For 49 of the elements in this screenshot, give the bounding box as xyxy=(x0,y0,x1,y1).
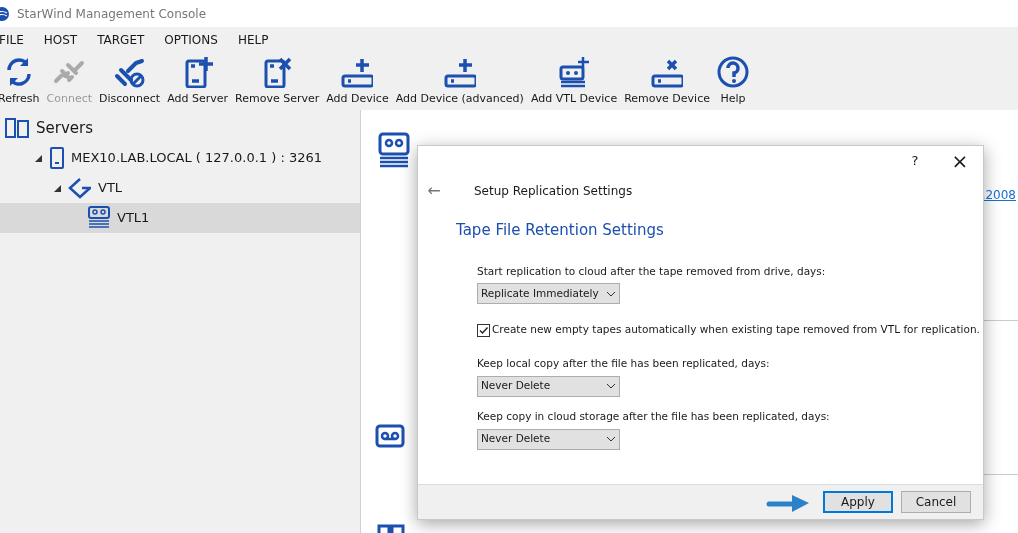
pointer-arrow xyxy=(766,493,810,513)
toolbar-button[interactable]: Add Device (advanced) xyxy=(392,56,527,108)
add-device-icon xyxy=(443,56,476,88)
dialog-button[interactable]: Cancel xyxy=(901,491,971,513)
diamond-icon xyxy=(68,177,92,199)
chevron-down-icon xyxy=(606,436,616,442)
menu-item[interactable]: TARGET xyxy=(97,31,145,49)
chevron-down-icon xyxy=(606,290,616,297)
server-icon xyxy=(377,524,405,533)
checkbox[interactable] xyxy=(477,323,490,337)
field-label: Keep local copy after the file has been replicated, days: xyxy=(477,356,771,371)
dialog-button[interactable]: Apply xyxy=(823,491,893,513)
menu-item[interactable]: OPTIONS xyxy=(164,31,218,49)
link[interactable]: .2008 xyxy=(981,186,1016,204)
unplug-icon xyxy=(113,56,146,88)
section-title: Tape File Retention Settings xyxy=(456,220,665,241)
add-device-icon xyxy=(341,56,374,88)
toolbar-button[interactable]: Add Server xyxy=(164,56,231,108)
back-button[interactable]: ← xyxy=(424,179,444,203)
field-label: Start replication to cloud after the tape removed from drive, days: xyxy=(477,263,827,279)
add-tape-icon xyxy=(558,56,591,88)
server-icon xyxy=(49,146,65,170)
expand-arrow-icon[interactable] xyxy=(54,184,64,192)
toolbar-button[interactable]: Add VTL Device xyxy=(527,56,621,108)
expand-arrow-icon[interactable] xyxy=(35,154,45,162)
server-group-icon xyxy=(4,117,30,139)
tree-item[interactable]: VTL1 xyxy=(0,203,360,233)
dropdown[interactable]: Never Delete xyxy=(477,375,620,397)
field-label: Keep copy in cloud storage after the file has been replicated, days: xyxy=(477,408,831,424)
tape-library-icon xyxy=(378,132,410,168)
toolbar-button[interactable]: Remove Server xyxy=(232,56,323,108)
dropdown[interactable]: Never Delete xyxy=(477,428,620,450)
toolbar-button[interactable]: Help xyxy=(713,56,752,108)
toolbar-button[interactable]: Add Device xyxy=(323,56,392,108)
tape-icon xyxy=(375,424,405,448)
dialog-header: Setup Replication Settings xyxy=(474,183,633,200)
toolbar-button[interactable]: Disconnect xyxy=(96,56,164,108)
close-button[interactable]: × xyxy=(951,151,969,171)
menu-item[interactable]: HOST xyxy=(43,31,78,49)
window-title: StarWind Management Console xyxy=(17,5,207,23)
menu-item[interactable]: FILE xyxy=(0,31,24,49)
help-button[interactable]: ? xyxy=(907,151,923,171)
chevron-down-icon xyxy=(606,383,616,390)
checkbox-label: Create new empty tapes automatically when existing tape removed from VTL for replication. xyxy=(492,322,980,338)
dropdown[interactable]: Replicate Immediately xyxy=(477,283,620,305)
toolbar-button[interactable]: Remove Device xyxy=(621,56,713,108)
menu-item[interactable]: HELP xyxy=(237,31,269,49)
help-icon xyxy=(716,56,749,88)
tape-library-icon xyxy=(87,206,111,230)
